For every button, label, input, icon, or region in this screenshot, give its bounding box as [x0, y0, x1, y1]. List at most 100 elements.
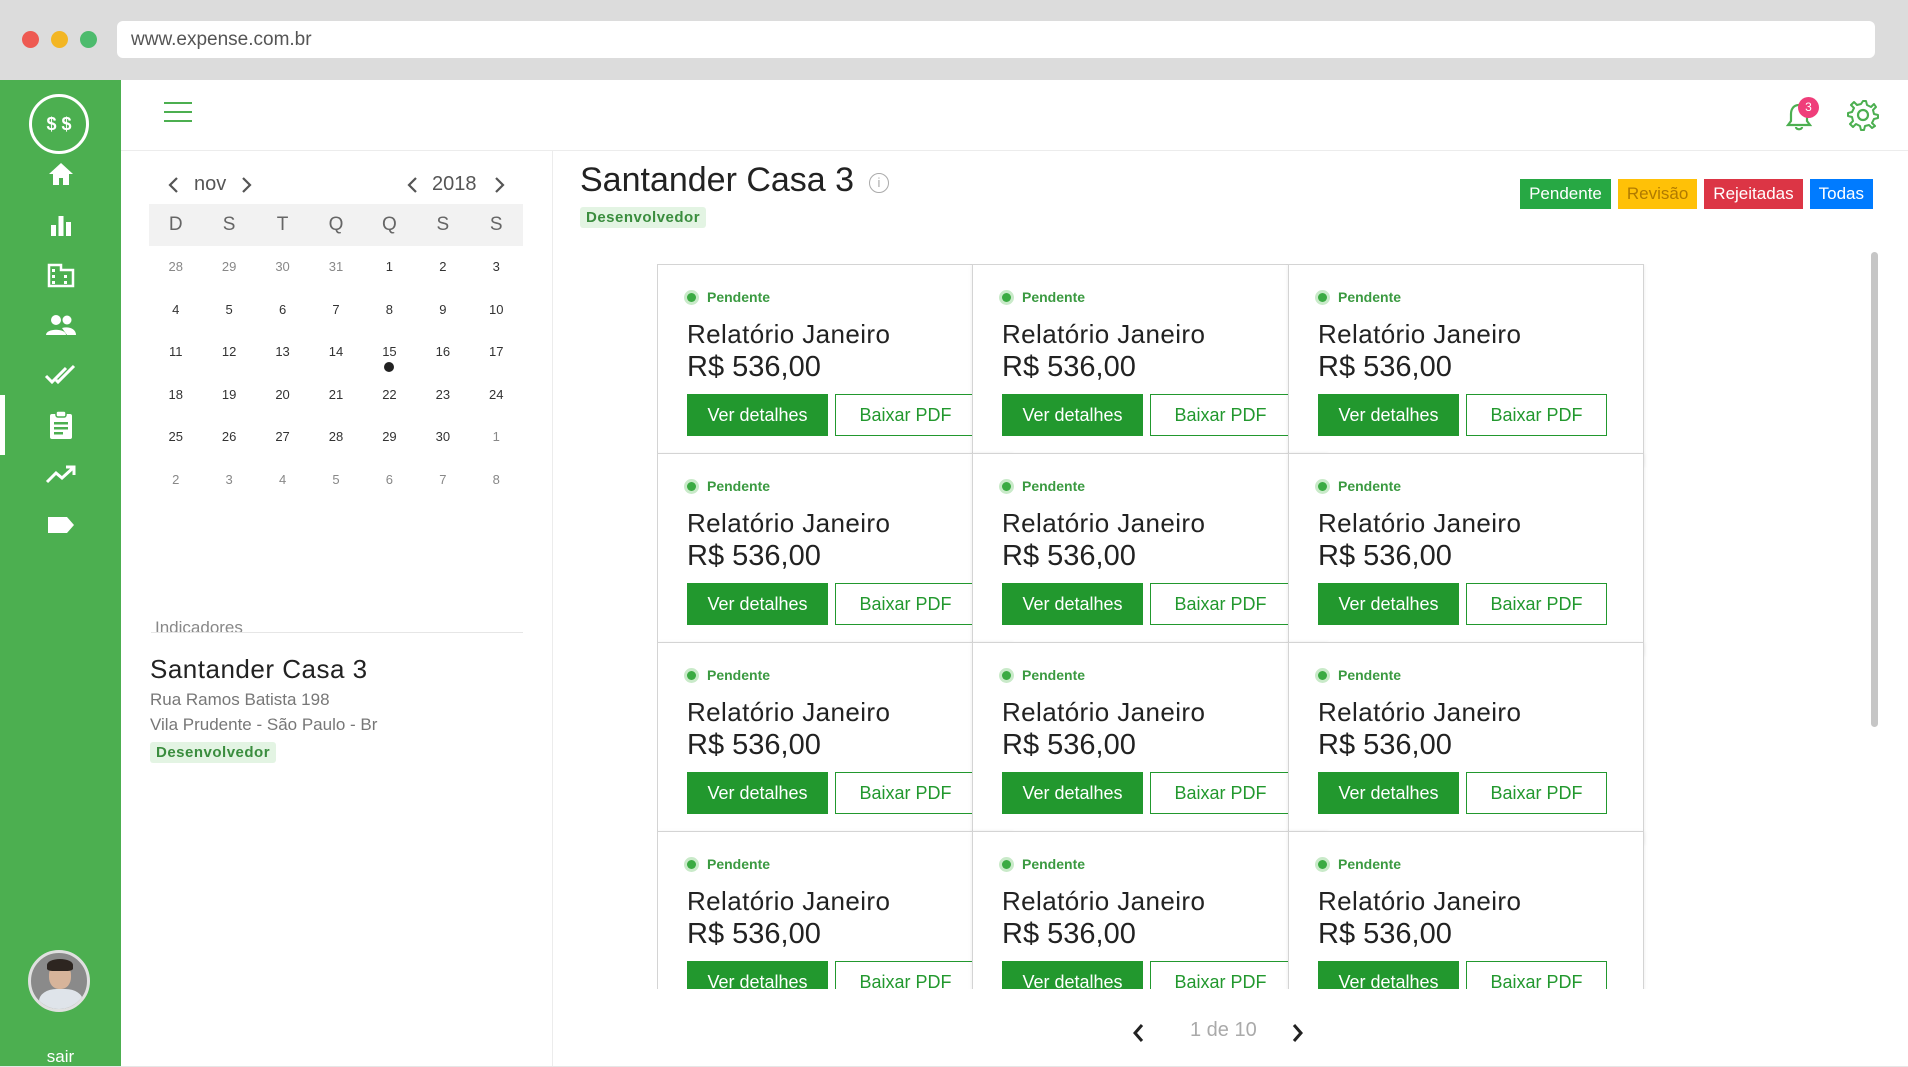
status-label: Pendente: [1022, 289, 1086, 305]
view-details-button[interactable]: Ver detalhes: [1002, 772, 1143, 814]
calendar-day[interactable]: 23: [416, 374, 469, 417]
calendar-day[interactable]: 28: [309, 416, 362, 459]
calendar-day[interactable]: 7: [309, 289, 362, 332]
address-line-1: Rua Ramos Batista 198: [150, 690, 330, 709]
gear-icon[interactable]: [1843, 95, 1883, 135]
calendar-day[interactable]: 17: [470, 331, 523, 374]
download-pdf-button[interactable]: Baixar PDF: [1150, 772, 1291, 814]
download-pdf-button[interactable]: Baixar PDF: [1150, 583, 1291, 625]
calendar-day[interactable]: 2: [416, 246, 469, 289]
status-label: Pendente: [1338, 856, 1402, 872]
report-value: R$ 536,00: [1318, 351, 1452, 383]
calendar-day[interactable]: 16: [416, 331, 469, 374]
calendar-day[interactable]: 5: [309, 459, 362, 502]
close-window-button[interactable]: [22, 31, 39, 48]
prev-year-icon[interactable]: [405, 175, 421, 195]
download-pdf-button[interactable]: Baixar PDF: [1150, 961, 1291, 989]
download-pdf-button[interactable]: Baixar PDF: [1466, 583, 1607, 625]
view-details-button[interactable]: Ver detalhes: [687, 583, 828, 625]
download-pdf-button[interactable]: Baixar PDF: [835, 583, 976, 625]
avatar[interactable]: [28, 950, 90, 1012]
calendar-day[interactable]: 15: [363, 331, 416, 374]
logout-link[interactable]: sair: [0, 1047, 121, 1067]
filter-all-button[interactable]: Todas: [1809, 179, 1873, 209]
prev-month-icon[interactable]: [166, 175, 182, 195]
report-card: Pendente Relatório Janeiro R$ 536,00 Ver de…: [657, 453, 1013, 655]
calendar-day[interactable]: 5: [202, 289, 255, 332]
next-year-icon[interactable]: [491, 175, 507, 195]
report-value: R$ 536,00: [1002, 918, 1136, 950]
view-details-button[interactable]: Ver detalhes: [687, 961, 828, 989]
view-details-button[interactable]: Ver detalhes: [1318, 583, 1459, 625]
calendar-day[interactable]: 6: [363, 459, 416, 502]
download-pdf-button[interactable]: Baixar PDF: [835, 394, 976, 436]
weekday: S: [436, 214, 450, 235]
view-details-button[interactable]: Ver detalhes: [687, 394, 828, 436]
maximize-window-button[interactable]: [80, 31, 97, 48]
download-pdf-button[interactable]: Baixar PDF: [1466, 961, 1607, 989]
report-card: Pendente Relatório Janeiro R$ 536,00 Ver de…: [1288, 642, 1644, 844]
top-bar: 3: [121, 80, 1908, 151]
calendar-day[interactable]: 2: [149, 459, 202, 502]
calendar-day[interactable]: 4: [149, 289, 202, 332]
view-details-button[interactable]: Ver detalhes: [1002, 583, 1143, 625]
next-month-icon[interactable]: [238, 175, 254, 195]
view-details-button[interactable]: Ver detalhes: [1318, 394, 1459, 436]
download-pdf-button[interactable]: Baixar PDF: [1466, 394, 1607, 436]
calendar-day[interactable]: 30: [256, 246, 309, 289]
calendar-day[interactable]: 24: [470, 374, 523, 417]
info-icon[interactable]: i: [869, 173, 889, 193]
calendar-day[interactable]: 29: [363, 416, 416, 459]
calendar-day[interactable]: 21: [309, 374, 362, 417]
view-details-button[interactable]: Ver detalhes: [1002, 394, 1143, 436]
pagination: 1 de 10: [1130, 1013, 1330, 1053]
calendar-day[interactable]: 11: [149, 331, 202, 374]
download-pdf-button[interactable]: Baixar PDF: [835, 961, 976, 989]
menu-icon[interactable]: [164, 102, 192, 126]
view-details-button[interactable]: Ver detalhes: [687, 772, 828, 814]
download-pdf-button[interactable]: Baixar PDF: [1466, 772, 1607, 814]
calendar-day[interactable]: 20: [256, 374, 309, 417]
calendar-day[interactable]: 6: [256, 289, 309, 332]
calendar-day[interactable]: 12: [202, 331, 255, 374]
minimize-window-button[interactable]: [51, 31, 68, 48]
calendar-day[interactable]: 22: [363, 374, 416, 417]
address-bar[interactable]: www.expense.com.br: [117, 21, 1875, 58]
calendar-day[interactable]: 26: [202, 416, 255, 459]
calendar-day[interactable]: 9: [416, 289, 469, 332]
calendar-day[interactable]: 1: [363, 246, 416, 289]
role-tag: Desenvolvedor: [580, 207, 707, 228]
scrollbar[interactable]: [1871, 252, 1878, 727]
calendar-day[interactable]: 3: [202, 459, 255, 502]
download-pdf-button[interactable]: Baixar PDF: [1150, 394, 1291, 436]
report-card: Pendente Relatório Janeiro R$ 536,00 Ver de…: [657, 831, 1013, 989]
prev-page-icon[interactable]: [1130, 1021, 1148, 1045]
view-details-button[interactable]: Ver detalhes: [1318, 772, 1459, 814]
download-pdf-button[interactable]: Baixar PDF: [835, 772, 976, 814]
calendar-day[interactable]: 31: [309, 246, 362, 289]
view-details-button[interactable]: Ver detalhes: [1318, 961, 1459, 989]
view-details-button[interactable]: Ver detalhes: [1002, 961, 1143, 989]
calendar-day[interactable]: 10: [470, 289, 523, 332]
calendar-day[interactable]: 18: [149, 374, 202, 417]
report-title: Relatório Janeiro: [687, 886, 891, 916]
filter-review-button[interactable]: Revisão: [1617, 179, 1698, 209]
calendar-day[interactable]: 19: [202, 374, 255, 417]
calendar-day[interactable]: 3: [470, 246, 523, 289]
next-page-icon[interactable]: [1288, 1021, 1306, 1045]
filter-pending-button[interactable]: Pendente: [1520, 179, 1611, 209]
calendar-day[interactable]: 14: [309, 331, 362, 374]
calendar-day[interactable]: 13: [256, 331, 309, 374]
calendar-day[interactable]: 4: [256, 459, 309, 502]
calendar-day[interactable]: 8: [470, 459, 523, 502]
calendar-day[interactable]: 1: [470, 416, 523, 459]
filter-rejected-button[interactable]: Rejeitadas: [1704, 179, 1803, 209]
tag-icon[interactable]: [0, 495, 121, 555]
calendar-day[interactable]: 28: [149, 246, 202, 289]
calendar-day[interactable]: 25: [149, 416, 202, 459]
calendar-day[interactable]: 29: [202, 246, 255, 289]
calendar-day[interactable]: 7: [416, 459, 469, 502]
calendar-day[interactable]: 30: [416, 416, 469, 459]
calendar-day[interactable]: 27: [256, 416, 309, 459]
calendar-day[interactable]: 8: [363, 289, 416, 332]
